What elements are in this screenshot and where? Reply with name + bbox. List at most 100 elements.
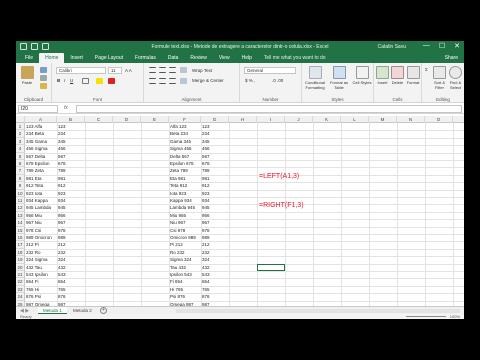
column-header-g[interactable]: G [201,116,229,123]
column-header-b[interactable]: B [57,116,85,123]
row-header[interactable]: 23 [16,285,25,294]
column-header-d[interactable]: D [113,116,141,123]
borders-icon[interactable] [82,78,89,84]
column-header-m[interactable]: M [369,116,397,123]
row-header[interactable]: 22 [16,278,25,286]
align-left-icon[interactable] [149,78,156,84]
wrap-text-button[interactable]: Wrap Text [192,68,212,73]
column-header-e[interactable]: E [141,116,169,123]
column-header-a[interactable]: A [25,116,57,123]
row-header[interactable]: 6 [16,160,25,168]
delete-cells-button[interactable]: Delete [390,66,405,85]
name-box[interactable]: I20 [18,105,58,113]
align-center-icon[interactable] [159,78,166,84]
conditional-formatting-button[interactable]: Conditional Formatting [304,66,326,90]
align-middle-icon[interactable] [159,67,166,73]
close-button[interactable]: ✕ [454,42,460,50]
row-header[interactable]: 2 [16,130,25,138]
row-header[interactable]: 8 [16,174,25,183]
align-right-icon[interactable] [169,78,176,84]
select-all-corner[interactable] [16,116,25,123]
row-header[interactable]: 9 [16,182,25,190]
row-header[interactable]: 4 [16,145,25,153]
format-painter-icon[interactable] [40,83,47,89]
format-as-table-button[interactable]: Format as Table [328,66,350,90]
indent-icon[interactable] [180,78,187,84]
active-cell-selection[interactable] [257,263,285,271]
tab-home[interactable]: Home [39,53,65,63]
row-header[interactable]: 12 [16,204,25,212]
format-cells-button[interactable]: Format [405,66,421,85]
horizontal-scrollbar[interactable] [176,309,460,313]
column-header-c[interactable]: C [85,116,113,123]
row-header[interactable]: 18 [16,248,25,257]
underline-icon[interactable]: U [70,78,73,83]
row-header[interactable]: 17 [16,241,25,249]
row-header[interactable]: 15 [16,226,25,234]
row-header[interactable]: 10 [16,189,25,197]
tab-help[interactable]: Help [236,55,258,63]
merge-center-button[interactable]: Merge & Center [192,78,224,83]
column-header-p[interactable]: P [453,116,464,123]
tab-review[interactable]: Review [184,55,212,63]
zoom-level[interactable]: 100% [450,314,460,319]
row-header[interactable]: 13 [16,211,25,220]
insert-cells-button[interactable]: Insert [375,66,390,85]
row-header[interactable]: 21 [16,271,25,279]
tab-insert[interactable]: Insert [64,55,89,63]
fill-color-icon[interactable] [96,78,103,84]
worksheet-grid[interactable]: ABCDEFGHIJKLMNOP 1123 Alfa123Alfa 123123… [16,116,464,306]
cell-styles-button[interactable]: Cell Styles [352,66,372,85]
row-header[interactable]: 24 [16,293,25,301]
row-header[interactable]: 7 [16,167,25,175]
tab-formulas[interactable]: Formulas [129,55,162,63]
left-formula-annotation[interactable]: =LEFT(A1,3) [259,173,299,180]
align-top-icon[interactable] [149,67,156,73]
row-header[interactable]: 1 [16,123,25,131]
cut-icon[interactable] [40,67,47,73]
currency-icon[interactable]: $ % , [245,78,255,83]
autosum-icon[interactable]: Σ [425,67,428,72]
column-header-l[interactable]: L [341,116,369,123]
minimize-button[interactable]: — [423,42,430,50]
column-header-i[interactable]: I [257,116,285,123]
decimal-icon[interactable]: .0 .00 [272,78,283,83]
find-select-button[interactable]: Find & Select [448,66,463,90]
maximize-button[interactable]: ☐ [439,42,445,50]
tab-page-layout[interactable]: Page Layout [89,55,129,63]
fx-icon[interactable]: fx [64,105,68,111]
paste-button[interactable]: Paste [18,66,36,85]
column-header-k[interactable]: K [313,116,341,123]
number-format-select[interactable]: General [244,67,296,74]
column-header-o[interactable]: O [425,116,453,123]
user-name[interactable]: Catalin Savu [378,44,406,50]
grow-font-icon[interactable]: A A [125,68,132,73]
italic-icon[interactable]: I [64,78,65,83]
row-header[interactable]: 3 [16,137,25,146]
row-header[interactable]: 16 [16,234,25,242]
sort-filter-button[interactable]: Sort & Filter [432,66,447,90]
orientation-icon[interactable] [180,67,187,73]
tell-me-search[interactable]: Tell me what you want to do [258,55,332,63]
column-header-f[interactable]: F [169,116,201,123]
column-header-j[interactable]: J [285,116,313,123]
row-header[interactable]: 11 [16,197,25,205]
formula-input[interactable] [76,105,462,113]
right-formula-annotation[interactable]: =RIGHT(F1,3) [259,202,304,209]
row-header[interactable]: 20 [16,263,25,271]
share-button[interactable]: Share [445,55,458,61]
tab-file[interactable]: File [19,55,39,63]
add-sheet-button[interactable]: + [100,307,107,314]
font-size-select[interactable]: 11 [108,67,122,74]
column-header-n[interactable]: N [397,116,425,123]
row-header[interactable]: 14 [16,219,25,227]
row-header[interactable]: 19 [16,256,25,264]
align-bottom-icon[interactable] [169,67,176,73]
tab-data[interactable]: Data [162,55,185,63]
zoom-slider[interactable] [406,316,446,317]
column-header-h[interactable]: H [229,116,257,123]
copy-icon[interactable] [40,75,47,81]
font-color-icon[interactable] [108,78,115,84]
bold-icon[interactable]: B [57,78,60,83]
tab-view[interactable]: View [213,55,236,63]
